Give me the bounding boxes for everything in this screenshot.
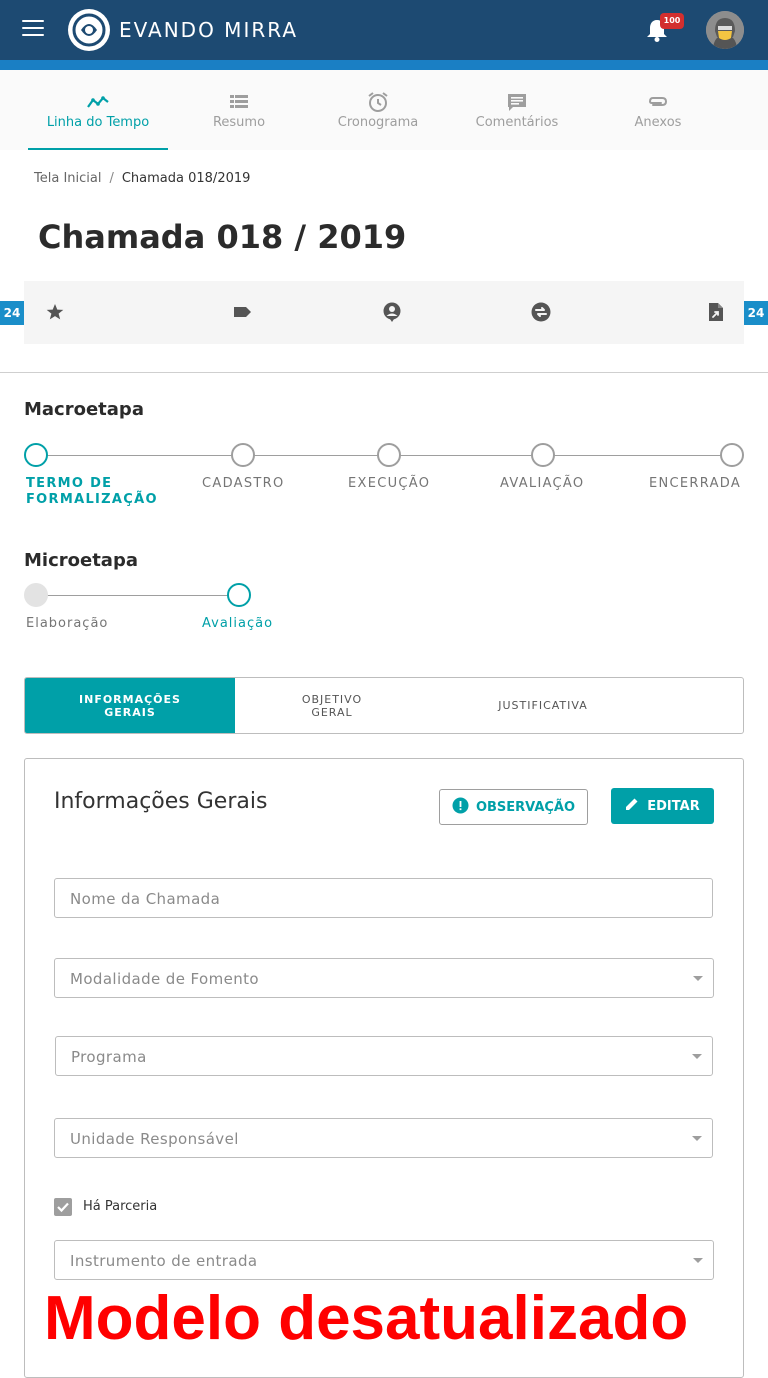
content-tabs: INFORMAÇÕES GERAIS OBJETIVO GERAL JUSTIFIC…	[24, 677, 744, 734]
header-accent-stripe	[0, 60, 768, 70]
tab-label: INFORMAÇÕES	[79, 692, 181, 706]
macro-step-label: FORMALIZAÇÃO	[26, 492, 158, 507]
page-title: Chamada 018 / 2019	[38, 218, 407, 256]
outdated-watermark: Modelo desatualizado	[44, 1284, 689, 1353]
list-icon	[227, 90, 251, 114]
micro-step-label: Elaboração	[26, 616, 109, 631]
tab-label: GERAIS	[104, 705, 156, 719]
macro-step-label: EXECUÇÃO	[348, 476, 431, 491]
dropdown-arrow-icon	[692, 1054, 702, 1059]
alert-circle-icon	[452, 797, 469, 818]
star-icon[interactable]	[44, 301, 66, 323]
unidade-responsavel-select[interactable]: Unidade Responsável	[54, 1118, 713, 1158]
field-placeholder: Nome da Chamada	[70, 890, 221, 908]
micro-title: Microetapa	[24, 550, 138, 571]
tab-label: OBJETIVO	[301, 692, 363, 706]
tab-label: JUSTIFICATIVA	[498, 699, 588, 712]
notification-count-badge: 100	[660, 13, 684, 29]
account-pin-icon[interactable]	[381, 301, 403, 323]
macro-step-cadastro[interactable]	[231, 443, 255, 467]
field-placeholder: Unidade Responsável	[70, 1130, 239, 1148]
brand-logo-icon	[68, 9, 110, 51]
section-divider	[0, 372, 768, 373]
tab-objetivo-geral[interactable]: OBJETIVO GERAL	[235, 678, 429, 733]
macro-step-label: ENCERRADA	[649, 476, 742, 491]
brand-name: EVANDO MIRRA	[119, 18, 298, 42]
user-avatar[interactable]	[706, 11, 744, 49]
pencil-icon	[625, 797, 639, 815]
file-export-icon[interactable]	[705, 301, 727, 323]
right-count-badge[interactable]: 24	[744, 301, 768, 325]
dropdown-arrow-icon	[692, 1136, 702, 1141]
tab-resumo[interactable]: Resumo	[169, 70, 309, 150]
tab-label: GERAL	[311, 705, 353, 719]
macro-step-execucao[interactable]	[377, 443, 401, 467]
observation-button[interactable]: OBSERVAÇÃO	[439, 789, 588, 825]
top-tab-bar: Linha do Tempo Resumo Cronograma Comentá…	[0, 70, 768, 150]
tab-label: Linha do Tempo	[46, 115, 150, 130]
macro-step-termo[interactable]	[24, 443, 48, 467]
alarm-clock-icon	[366, 90, 390, 114]
ha-parceria-label: Há Parceria	[83, 1199, 158, 1214]
nome-da-chamada-field[interactable]: Nome da Chamada	[54, 878, 713, 918]
tab-label: Comentários	[475, 115, 559, 130]
modalidade-de-fomento-select[interactable]: Modalidade de Fomento	[54, 958, 714, 998]
tab-linha-do-tempo[interactable]: Linha do Tempo	[28, 70, 168, 150]
card-title: Informações Gerais	[54, 789, 268, 814]
edit-button[interactable]: EDITAR	[611, 788, 714, 824]
tab-cronograma[interactable]: Cronograma	[308, 70, 448, 150]
dropdown-arrow-icon	[693, 1258, 703, 1263]
breadcrumb-home-link[interactable]: Tela Inicial	[34, 171, 101, 186]
micro-step-line	[36, 595, 239, 596]
field-placeholder: Modalidade de Fomento	[70, 970, 259, 988]
micro-step-avaliacao[interactable]	[227, 583, 251, 607]
tab-comentarios[interactable]: Comentários	[447, 70, 587, 150]
observation-button-label: OBSERVAÇÃO	[475, 799, 576, 815]
macro-step-encerrada[interactable]	[720, 443, 744, 467]
breadcrumb-separator: /	[109, 171, 114, 186]
tab-informacoes-gerais[interactable]: INFORMAÇÕES GERAIS	[25, 678, 235, 733]
breadcrumb: Tela Inicial / Chamada 018/2019	[34, 171, 250, 186]
macro-title: Macroetapa	[24, 399, 144, 420]
left-count-badge[interactable]: 24	[0, 301, 24, 325]
breadcrumb-current: Chamada 018/2019	[121, 171, 251, 186]
paperclip-icon	[646, 90, 670, 114]
edit-button-label: EDITAR	[647, 798, 700, 814]
macro-step-avaliacao[interactable]	[531, 443, 555, 467]
dropdown-arrow-icon	[693, 976, 703, 981]
micro-step-label: Avaliação	[202, 616, 274, 631]
timeline-icon	[86, 90, 110, 114]
macro-step-label: CADASTRO	[202, 476, 285, 491]
swap-circle-icon[interactable]	[530, 301, 552, 323]
tab-justificativa[interactable]: JUSTIFICATIVA	[429, 678, 657, 733]
macro-step-label: TERMO DE	[26, 476, 113, 491]
tab-label: Cronograma	[337, 115, 419, 130]
macro-step-label: AVALIAÇÃO	[500, 476, 585, 491]
tab-label: Resumo	[212, 115, 266, 130]
label-tag-icon[interactable]	[231, 301, 253, 323]
instrumento-de-entrada-select[interactable]: Instrumento de entrada	[54, 1240, 714, 1280]
field-placeholder: Programa	[71, 1048, 147, 1066]
micro-step-elaboracao[interactable]	[24, 583, 48, 607]
programa-select[interactable]: Programa	[55, 1036, 713, 1076]
comment-icon	[505, 90, 529, 114]
tab-anexos[interactable]: Anexos	[588, 70, 728, 150]
active-tab-indicator	[28, 148, 168, 150]
tab-label: Anexos	[634, 115, 682, 130]
field-placeholder: Instrumento de entrada	[70, 1252, 258, 1270]
hamburger-menu-icon[interactable]	[22, 20, 44, 40]
ha-parceria-checkbox[interactable]	[54, 1198, 72, 1216]
